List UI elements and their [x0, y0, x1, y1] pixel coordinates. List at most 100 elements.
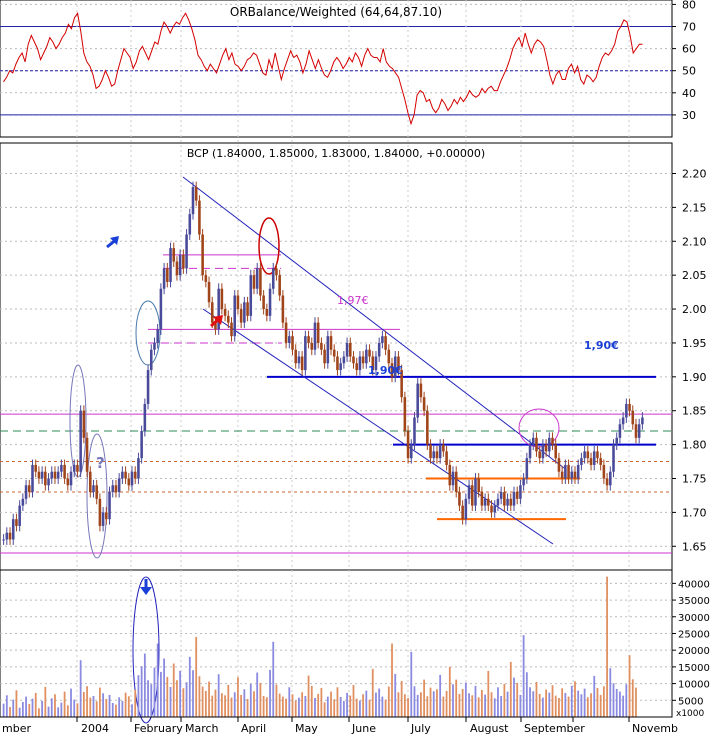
candle-body: [159, 288, 163, 330]
volume-bar: [455, 679, 458, 717]
volume-bar: [285, 698, 287, 717]
volume-bar: [256, 672, 259, 717]
candle-body: [8, 532, 12, 540]
candle-body: [557, 458, 561, 472]
candle-body: [207, 281, 211, 303]
volume-bar: [477, 697, 480, 717]
volume-bar: [500, 695, 503, 717]
volume-bar: [118, 697, 121, 717]
candle-body: [60, 464, 63, 472]
volume-bar: [15, 690, 18, 717]
volume-bar: [426, 696, 429, 717]
candle-body: [621, 417, 625, 425]
volume-bar: [253, 691, 255, 717]
candle-body: [560, 471, 564, 479]
rsi-tick-label: 60: [682, 43, 696, 56]
candle-body: [323, 349, 326, 364]
volume-bar: [224, 695, 226, 717]
volume-bar: [34, 692, 37, 717]
candle-body: [332, 349, 336, 357]
volume-bar: [567, 696, 570, 717]
volume-bar: [124, 692, 127, 717]
candle-body: [544, 444, 548, 452]
volume-bar: [204, 690, 207, 717]
candle-body: [28, 485, 31, 493]
volume-bar: [346, 692, 348, 717]
candle-body: [519, 485, 522, 499]
volume-bar: [541, 697, 544, 717]
volume-bar: [92, 695, 95, 717]
volume-bar: [484, 694, 487, 717]
volume-bar: [423, 679, 426, 717]
volume-bar: [631, 679, 634, 717]
volume-bar: [593, 675, 596, 717]
candle-body: [121, 471, 124, 479]
volume-bar: [490, 692, 493, 717]
volume-bar: [503, 683, 506, 717]
candle-body: [153, 342, 156, 350]
volume-bar: [108, 694, 111, 717]
volume-bar: [131, 704, 133, 717]
price-tick-label: 2.00: [682, 303, 707, 316]
volume-bar: [185, 682, 188, 717]
volume-bar: [137, 675, 140, 717]
volume-bar: [9, 706, 11, 717]
candle-body: [37, 471, 41, 479]
price-tick-label: 1.95: [682, 337, 707, 350]
x-tick-label: September: [524, 722, 585, 735]
candle-body: [56, 471, 60, 479]
price-tick-label: 1.70: [682, 506, 707, 519]
candle-body: [454, 471, 458, 493]
volume-bar: [619, 691, 621, 717]
price-tick-label: 1.85: [682, 405, 707, 418]
x-tick-label: May: [295, 722, 318, 735]
candle-body: [101, 512, 105, 526]
rsi-tick-label: 40: [682, 87, 696, 100]
candle-body: [493, 505, 497, 513]
candle-body: [124, 471, 127, 479]
volume-bar: [169, 686, 172, 717]
volume-bar: [249, 683, 252, 717]
rsi-title: ORBalance/Weighted (64,64,87.10): [230, 5, 442, 19]
candle-body: [564, 464, 567, 479]
candle-body: [326, 336, 330, 364]
volume-bar: [583, 688, 586, 717]
volume-bar: [384, 699, 387, 717]
candle-body: [130, 471, 134, 486]
candle-body: [609, 471, 612, 486]
candle-body: [602, 464, 606, 479]
candle-body: [291, 336, 294, 350]
volume-bar: [519, 694, 522, 717]
volume-bar: [612, 683, 615, 717]
candle-body: [259, 268, 262, 296]
volume-bar: [352, 684, 355, 717]
candle-body: [316, 322, 320, 343]
candle-body: [458, 492, 461, 506]
candle-body: [345, 342, 349, 357]
x-tick-label: August: [470, 722, 509, 735]
candle-body: [265, 309, 269, 316]
candle-body: [573, 471, 577, 479]
candle-body: [525, 458, 529, 479]
volume-bar: [378, 688, 381, 717]
candle-body: [278, 275, 281, 296]
chart-root: 80 70 60 50 40 30 2.20 2.15 2.10 2.05 2.00 1.95 1.90…: [0, 0, 724, 736]
volume-bar: [599, 694, 602, 717]
candle-body: [496, 498, 500, 506]
candle-body: [172, 248, 176, 262]
rsi-tick-label: 70: [682, 21, 696, 34]
volume-bar: [115, 704, 117, 717]
candle-body: [467, 485, 471, 499]
candle-body: [236, 295, 240, 310]
volume-bar: [342, 700, 345, 717]
candle-body: [512, 492, 516, 506]
volume-bar: [628, 655, 631, 717]
candle-body: [281, 295, 285, 323]
candle-body: [487, 498, 490, 506]
volume-bar: [323, 702, 326, 717]
volume-bar: [230, 697, 233, 717]
volume-bar: [529, 687, 531, 717]
candle-body: [548, 437, 551, 452]
volume-bar: [413, 686, 416, 717]
volume-bar: [558, 697, 560, 717]
